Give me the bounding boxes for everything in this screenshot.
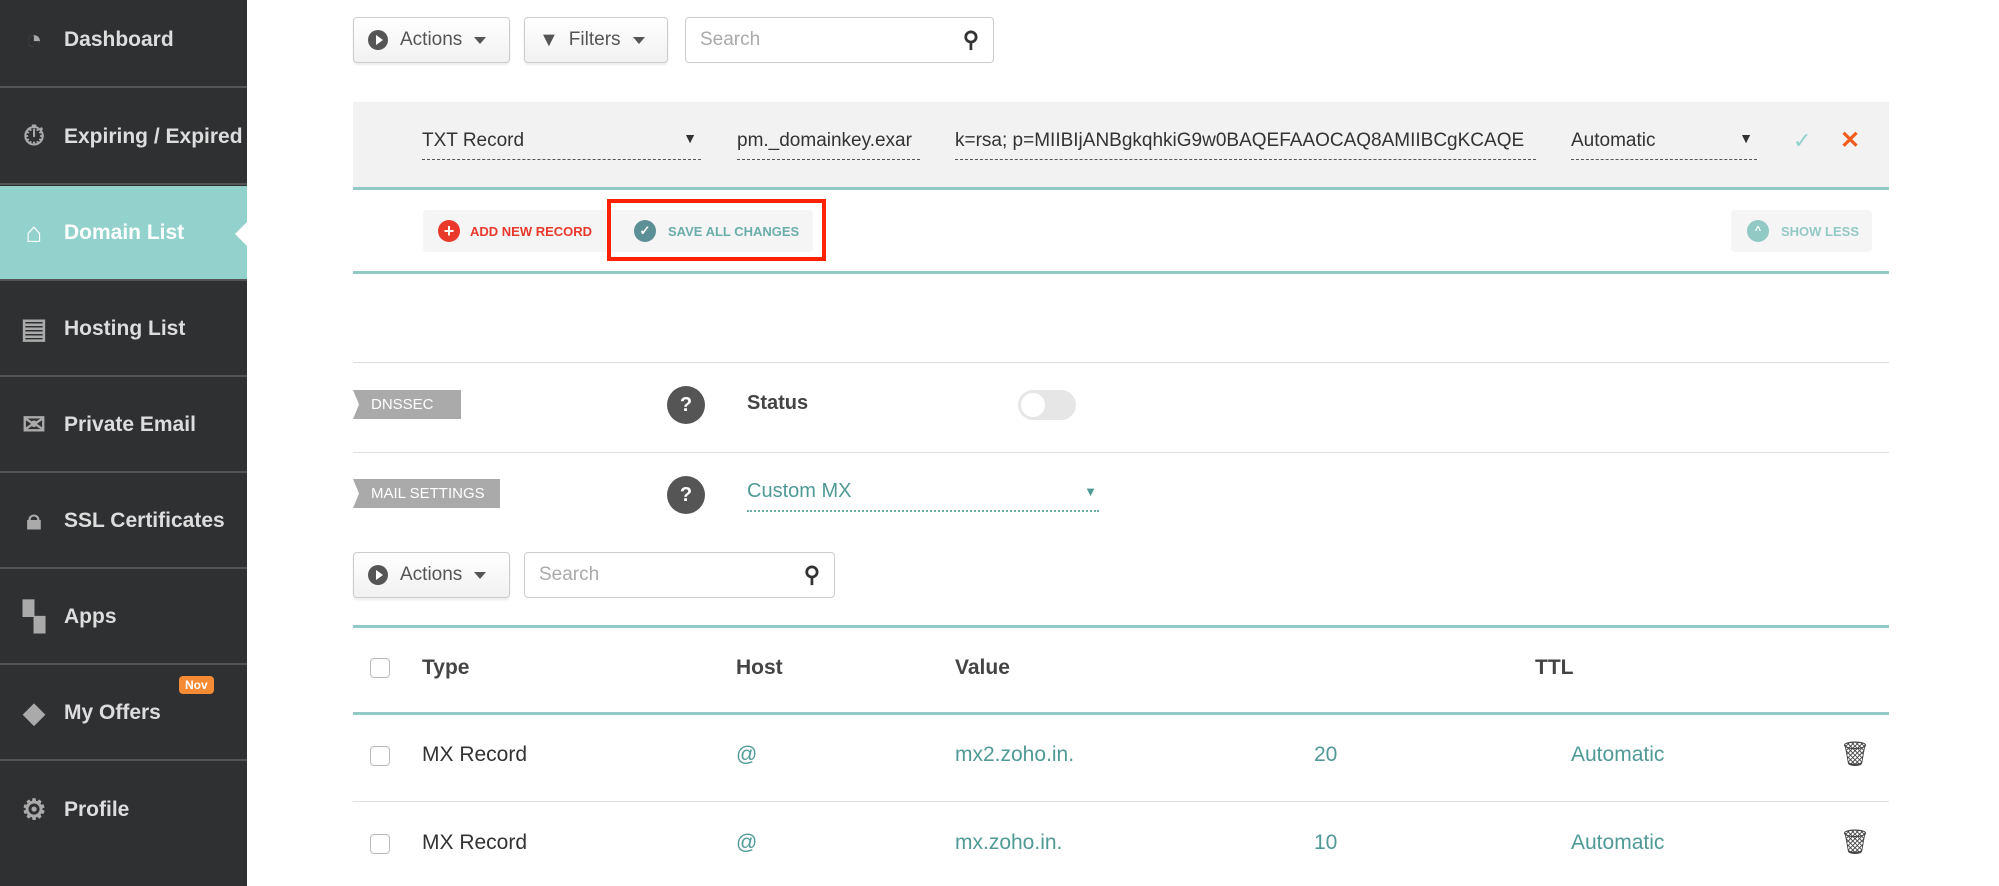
sidebar: ◔ Dashboard ⏱ Expiring / Expired ⌂ Domain L… bbox=[0, 0, 247, 886]
cell-type: MX Record bbox=[422, 831, 528, 854]
sidebar-item-apps[interactable]: ▚ Apps bbox=[0, 570, 247, 665]
row-checkbox[interactable] bbox=[370, 834, 390, 854]
sidebar-item-hosting-list[interactable]: ▤ Hosting List bbox=[0, 282, 247, 377]
actions-button[interactable]: Actions bbox=[353, 17, 510, 63]
cell-value: mx2.zoho.in. bbox=[955, 743, 1075, 766]
tag-icon: ◆ bbox=[23, 697, 45, 728]
chevron-up-icon: ^ bbox=[1747, 220, 1769, 242]
sidebar-item-domain-list[interactable]: ⌂ Domain List bbox=[0, 186, 247, 281]
mail-settings-select[interactable]: Custom MX ▼ bbox=[747, 480, 1099, 512]
caret-down-icon bbox=[474, 571, 487, 579]
cell-host: @ bbox=[736, 831, 758, 854]
mail-settings-tag: MAIL SETTINGS bbox=[353, 479, 500, 508]
help-icon[interactable]: ? bbox=[667, 476, 705, 514]
show-less-button[interactable]: ^ SHOW LESS bbox=[1731, 210, 1872, 252]
gauge-icon: ◔ bbox=[25, 23, 43, 55]
record-type-select[interactable]: TXT Record ▼ bbox=[422, 130, 701, 160]
header-value: Value bbox=[955, 656, 1010, 679]
lock-icon: 🔒︎ bbox=[26, 504, 42, 535]
trash-icon[interactable]: 🗑︎ bbox=[1840, 828, 1870, 857]
gear-icon: ⚙ bbox=[21, 794, 47, 825]
apps-icon: ▚ bbox=[23, 601, 45, 632]
highlight-box bbox=[607, 199, 826, 261]
header-ttl: TTL bbox=[1535, 656, 1574, 679]
search-input[interactable]: Search ⚲ bbox=[685, 17, 994, 63]
filter-icon: ▼ bbox=[539, 28, 559, 51]
envelope-icon: ✉ bbox=[22, 409, 46, 440]
header-host: Host bbox=[736, 656, 783, 679]
sidebar-item-profile[interactable]: ⚙ Profile bbox=[0, 762, 247, 857]
cancel-x-icon[interactable]: ✕ bbox=[1840, 126, 1860, 155]
caret-down-icon bbox=[474, 36, 487, 44]
dnssec-tag: DNSSEC bbox=[353, 390, 461, 419]
host-input[interactable]: pm._domainkey.exar bbox=[737, 130, 920, 160]
sidebar-item-dashboard[interactable]: ◔ Dashboard bbox=[0, 0, 247, 88]
help-icon[interactable]: ? bbox=[667, 386, 705, 424]
dnssec-status-label: Status bbox=[747, 392, 809, 414]
select-all-checkbox[interactable] bbox=[370, 658, 390, 678]
value-input[interactable]: k=rsa; p=MIIBIjANBgkqhkiG9w0BAQEFAAOCAQ8… bbox=[955, 130, 1536, 160]
cell-type: MX Record bbox=[422, 743, 528, 766]
cell-ttl: Automatic bbox=[1571, 743, 1665, 766]
play-icon bbox=[368, 30, 388, 50]
server-icon: ▤ bbox=[20, 313, 48, 344]
sidebar-item-expiring[interactable]: ⏱ Expiring / Expired bbox=[0, 90, 247, 185]
sidebar-item-private-email[interactable]: ✉ Private Email bbox=[0, 378, 247, 473]
divider bbox=[353, 362, 1889, 363]
header-type: Type bbox=[422, 656, 470, 679]
cell-ttl: Automatic bbox=[1571, 831, 1665, 854]
row-checkbox[interactable] bbox=[370, 746, 390, 766]
play-icon bbox=[368, 565, 388, 585]
divider bbox=[353, 271, 1889, 274]
cell-host: @ bbox=[736, 743, 758, 766]
divider bbox=[353, 452, 1889, 453]
nov-badge: Nov bbox=[179, 676, 214, 694]
divider bbox=[353, 801, 1889, 802]
sidebar-item-my-offers[interactable]: ◆ My Offers Nov bbox=[0, 666, 247, 761]
mx-actions-button[interactable]: Actions bbox=[353, 552, 510, 598]
sidebar-item-ssl[interactable]: 🔒︎ SSL Certificates bbox=[0, 474, 247, 569]
filters-button[interactable]: ▼ Filters bbox=[524, 17, 668, 63]
cell-value: mx.zoho.in. bbox=[955, 831, 1063, 854]
search-icon: ⚲ bbox=[962, 27, 979, 52]
divider bbox=[353, 712, 1889, 715]
home-icon: ⌂ bbox=[25, 216, 43, 248]
trash-icon[interactable]: 🗑︎ bbox=[1840, 740, 1870, 769]
cell-priority: 20 bbox=[1314, 743, 1338, 766]
search-icon: ⚲ bbox=[803, 562, 820, 587]
caret-down-icon bbox=[632, 36, 645, 44]
cell-priority: 10 bbox=[1314, 831, 1338, 854]
stopwatch-icon: ⏱ bbox=[23, 120, 45, 151]
add-new-record-button[interactable]: + ADD NEW RECORD bbox=[438, 219, 592, 243]
mx-search-input[interactable]: Search ⚲ bbox=[524, 552, 835, 598]
plus-circle-icon: + bbox=[438, 220, 460, 242]
dnssec-toggle[interactable] bbox=[1018, 390, 1076, 420]
ttl-select[interactable]: Automatic ▼ bbox=[1571, 130, 1757, 160]
confirm-check-icon[interactable]: ✓ bbox=[1793, 128, 1811, 154]
divider bbox=[353, 625, 1889, 628]
